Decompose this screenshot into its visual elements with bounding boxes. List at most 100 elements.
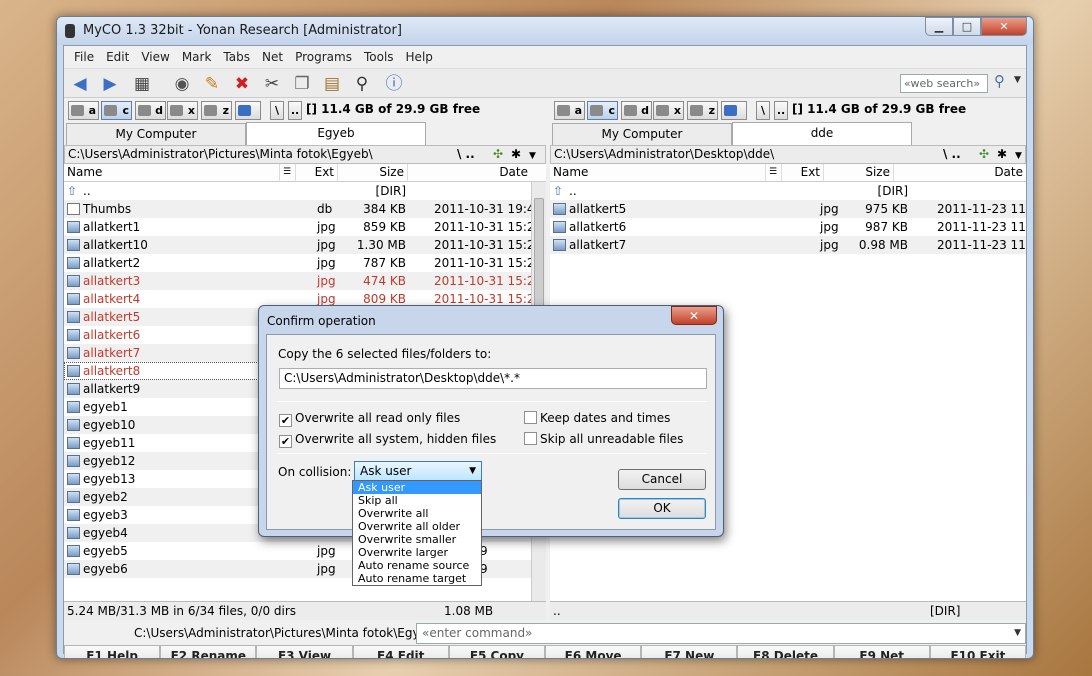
right-path-controls[interactable]: \ .. [943, 146, 961, 163]
menu-mark[interactable]: Mark [176, 46, 218, 68]
dropdown-option[interactable]: Ask user [353, 481, 481, 494]
left-drive-a[interactable]: a [68, 101, 99, 120]
table-row[interactable]: Thumbs db 384 KB 2011-10-31 19:41 [64, 200, 531, 218]
f7-new-button[interactable]: F7 New [641, 645, 738, 658]
left-drive-d[interactable]: d [135, 101, 166, 120]
left-root-button[interactable]: \ [270, 101, 284, 120]
right-col-size[interactable]: Size [823, 164, 893, 182]
menu-file[interactable]: File [68, 46, 100, 68]
f10-exit-button[interactable]: F10 Exit [929, 645, 1027, 658]
left-path-bar[interactable]: C:\Users\Administrator\Pictures\Minta fo… [64, 145, 546, 164]
left-col-size[interactable]: Size [337, 164, 407, 182]
menu-view[interactable]: View [135, 46, 175, 68]
dropdown-option[interactable]: Auto rename target [353, 572, 481, 585]
left-history-dropdown-icon[interactable]: ▼ [529, 148, 536, 165]
left-col-filter-icon[interactable]: ☰ [279, 164, 295, 182]
table-row[interactable]: allatkert5 jpg 975 KB 2011-11-23 11:44 [550, 200, 1026, 218]
search-icon[interactable]: ⚲ [994, 72, 1005, 90]
checkbox-box[interactable]: ✔ [279, 414, 292, 427]
checkbox-box[interactable] [524, 432, 537, 445]
cut-icon[interactable]: ✂ [260, 72, 284, 96]
right-drive-c[interactable]: c [587, 101, 618, 120]
info-icon[interactable]: ⓘ [382, 72, 406, 96]
find-icon[interactable]: ⚲ [350, 72, 374, 96]
right-drive-z[interactable]: z [687, 101, 718, 120]
dropdown-option[interactable]: Overwrite smaller [353, 533, 481, 546]
right-drive-a[interactable]: a [554, 101, 585, 120]
skip-unreadable-checkbox[interactable]: Skip all unreadable files [524, 432, 683, 446]
right-col-ext[interactable]: Ext [781, 164, 823, 182]
collision-select[interactable]: Ask user ▼ [354, 461, 482, 481]
right-history-dropdown-icon[interactable]: ▼ [1015, 148, 1022, 165]
right-root-button[interactable]: \ [756, 101, 770, 120]
close-button[interactable]: ✕ [981, 17, 1027, 36]
delete-icon[interactable]: ✖ [230, 72, 254, 96]
right-path-bar[interactable]: C:\Users\Administrator\Desktop\dde\ \ ..… [550, 145, 1026, 164]
command-dropdown-icon[interactable]: ▼ [1014, 624, 1021, 643]
copy-icon[interactable]: ❐ [290, 72, 314, 96]
f4-edit-button[interactable]: F4 Edit [352, 645, 449, 658]
tab-my-computer-right[interactable]: My Computer [552, 123, 732, 145]
f9-net-button[interactable]: F9 Net [833, 645, 930, 658]
tab-dde[interactable]: dde [732, 122, 912, 145]
dropdown-option[interactable]: Auto rename source [353, 559, 481, 572]
menu-tabs[interactable]: Tabs [217, 46, 256, 68]
left-drive-c[interactable]: c [101, 101, 132, 120]
right-drive-d[interactable]: d [621, 101, 652, 120]
f8-delete-button[interactable]: F8 Delete [737, 645, 834, 658]
table-row[interactable]: allatkert10 jpg 1.30 MB 2011-10-31 15:29 [64, 236, 531, 254]
menu-help[interactable]: Help [400, 46, 439, 68]
tab-egyeb[interactable]: Egyeb [246, 122, 426, 145]
table-row[interactable]: allatkert1 jpg 859 KB 2011-10-31 15:29 [64, 218, 531, 236]
left-col-name[interactable]: Name [64, 164, 279, 182]
table-row[interactable]: allatkert2 jpg 787 KB 2011-10-31 15:29 [64, 254, 531, 272]
dialog-close-button[interactable]: ✕ [671, 306, 717, 325]
edit-icon[interactable]: ✎ [200, 72, 224, 96]
f1-help-button[interactable]: F1 Help [64, 645, 161, 658]
right-asterisk-icon[interactable]: ✱ [997, 146, 1007, 163]
f5-copy-button[interactable]: F5 Copy [448, 645, 546, 658]
tab-my-computer-left[interactable]: My Computer [66, 123, 246, 145]
left-network-button[interactable] [235, 101, 261, 120]
right-col-name[interactable]: Name [550, 164, 765, 182]
cancel-button[interactable]: Cancel [618, 469, 706, 490]
left-parent-button[interactable]: .. [288, 101, 302, 120]
minimize-button[interactable]: ▁ [925, 17, 953, 36]
menu-edit[interactable]: Edit [100, 46, 135, 68]
left-drive-x[interactable]: x [167, 101, 198, 120]
menu-programs[interactable]: Programs [289, 46, 358, 68]
dropdown-option[interactable]: Overwrite all [353, 507, 481, 520]
dropdown-option[interactable]: Overwrite larger [353, 546, 481, 559]
dropdown-option[interactable]: Skip all [353, 494, 481, 507]
right-network-button[interactable] [721, 101, 747, 120]
overwrite-system-checkbox[interactable]: ✔ Overwrite all system, hidden files [279, 432, 496, 448]
right-drive-x[interactable]: x [653, 101, 684, 120]
web-search-input[interactable]: «web search» [900, 74, 988, 93]
left-col-date[interactable]: Date [407, 164, 531, 182]
f6-move-button[interactable]: F6 Move [545, 645, 642, 658]
forward-arrow-icon[interactable]: ▶ [98, 72, 122, 96]
left-path-controls[interactable]: \ .. [457, 146, 475, 163]
right-col-filter-icon[interactable]: ☰ [765, 164, 781, 182]
dropdown-option[interactable]: Overwrite all older [353, 520, 481, 533]
left-col-ext[interactable]: Ext [295, 164, 337, 182]
destination-input[interactable]: C:\Users\Administrator\Desktop\dde\*.* [279, 368, 707, 389]
table-row[interactable]: allatkert3 jpg 474 KB 2011-10-31 15:29 [64, 272, 531, 290]
f3-view-button[interactable]: F3 View [256, 645, 353, 658]
table-row[interactable]: ⇧.. [DIR] [64, 182, 531, 200]
checkbox-box[interactable]: ✔ [279, 435, 292, 448]
left-drive-z[interactable]: z [201, 101, 232, 120]
checkbox-box[interactable] [524, 411, 537, 424]
right-favorites-icon[interactable]: ✣ [979, 146, 989, 163]
maximize-button[interactable]: □ [953, 17, 981, 36]
back-arrow-icon[interactable]: ◀ [68, 72, 92, 96]
title-bar[interactable]: MyCO 1.3 32bit - Yonan Research [Adminis… [57, 17, 1033, 45]
command-input[interactable]: «enter command» ▼ [416, 623, 1026, 644]
view-mode-icon[interactable]: ▦ [130, 72, 154, 96]
right-col-date[interactable]: Date [893, 164, 1026, 182]
keep-dates-checkbox[interactable]: Keep dates and times [524, 411, 670, 425]
search-dropdown-icon[interactable]: ▼ [1014, 75, 1021, 85]
right-parent-button[interactable]: .. [774, 101, 788, 120]
preview-icon[interactable]: ◉ [170, 72, 194, 96]
paste-icon[interactable]: ▤ [320, 72, 344, 96]
